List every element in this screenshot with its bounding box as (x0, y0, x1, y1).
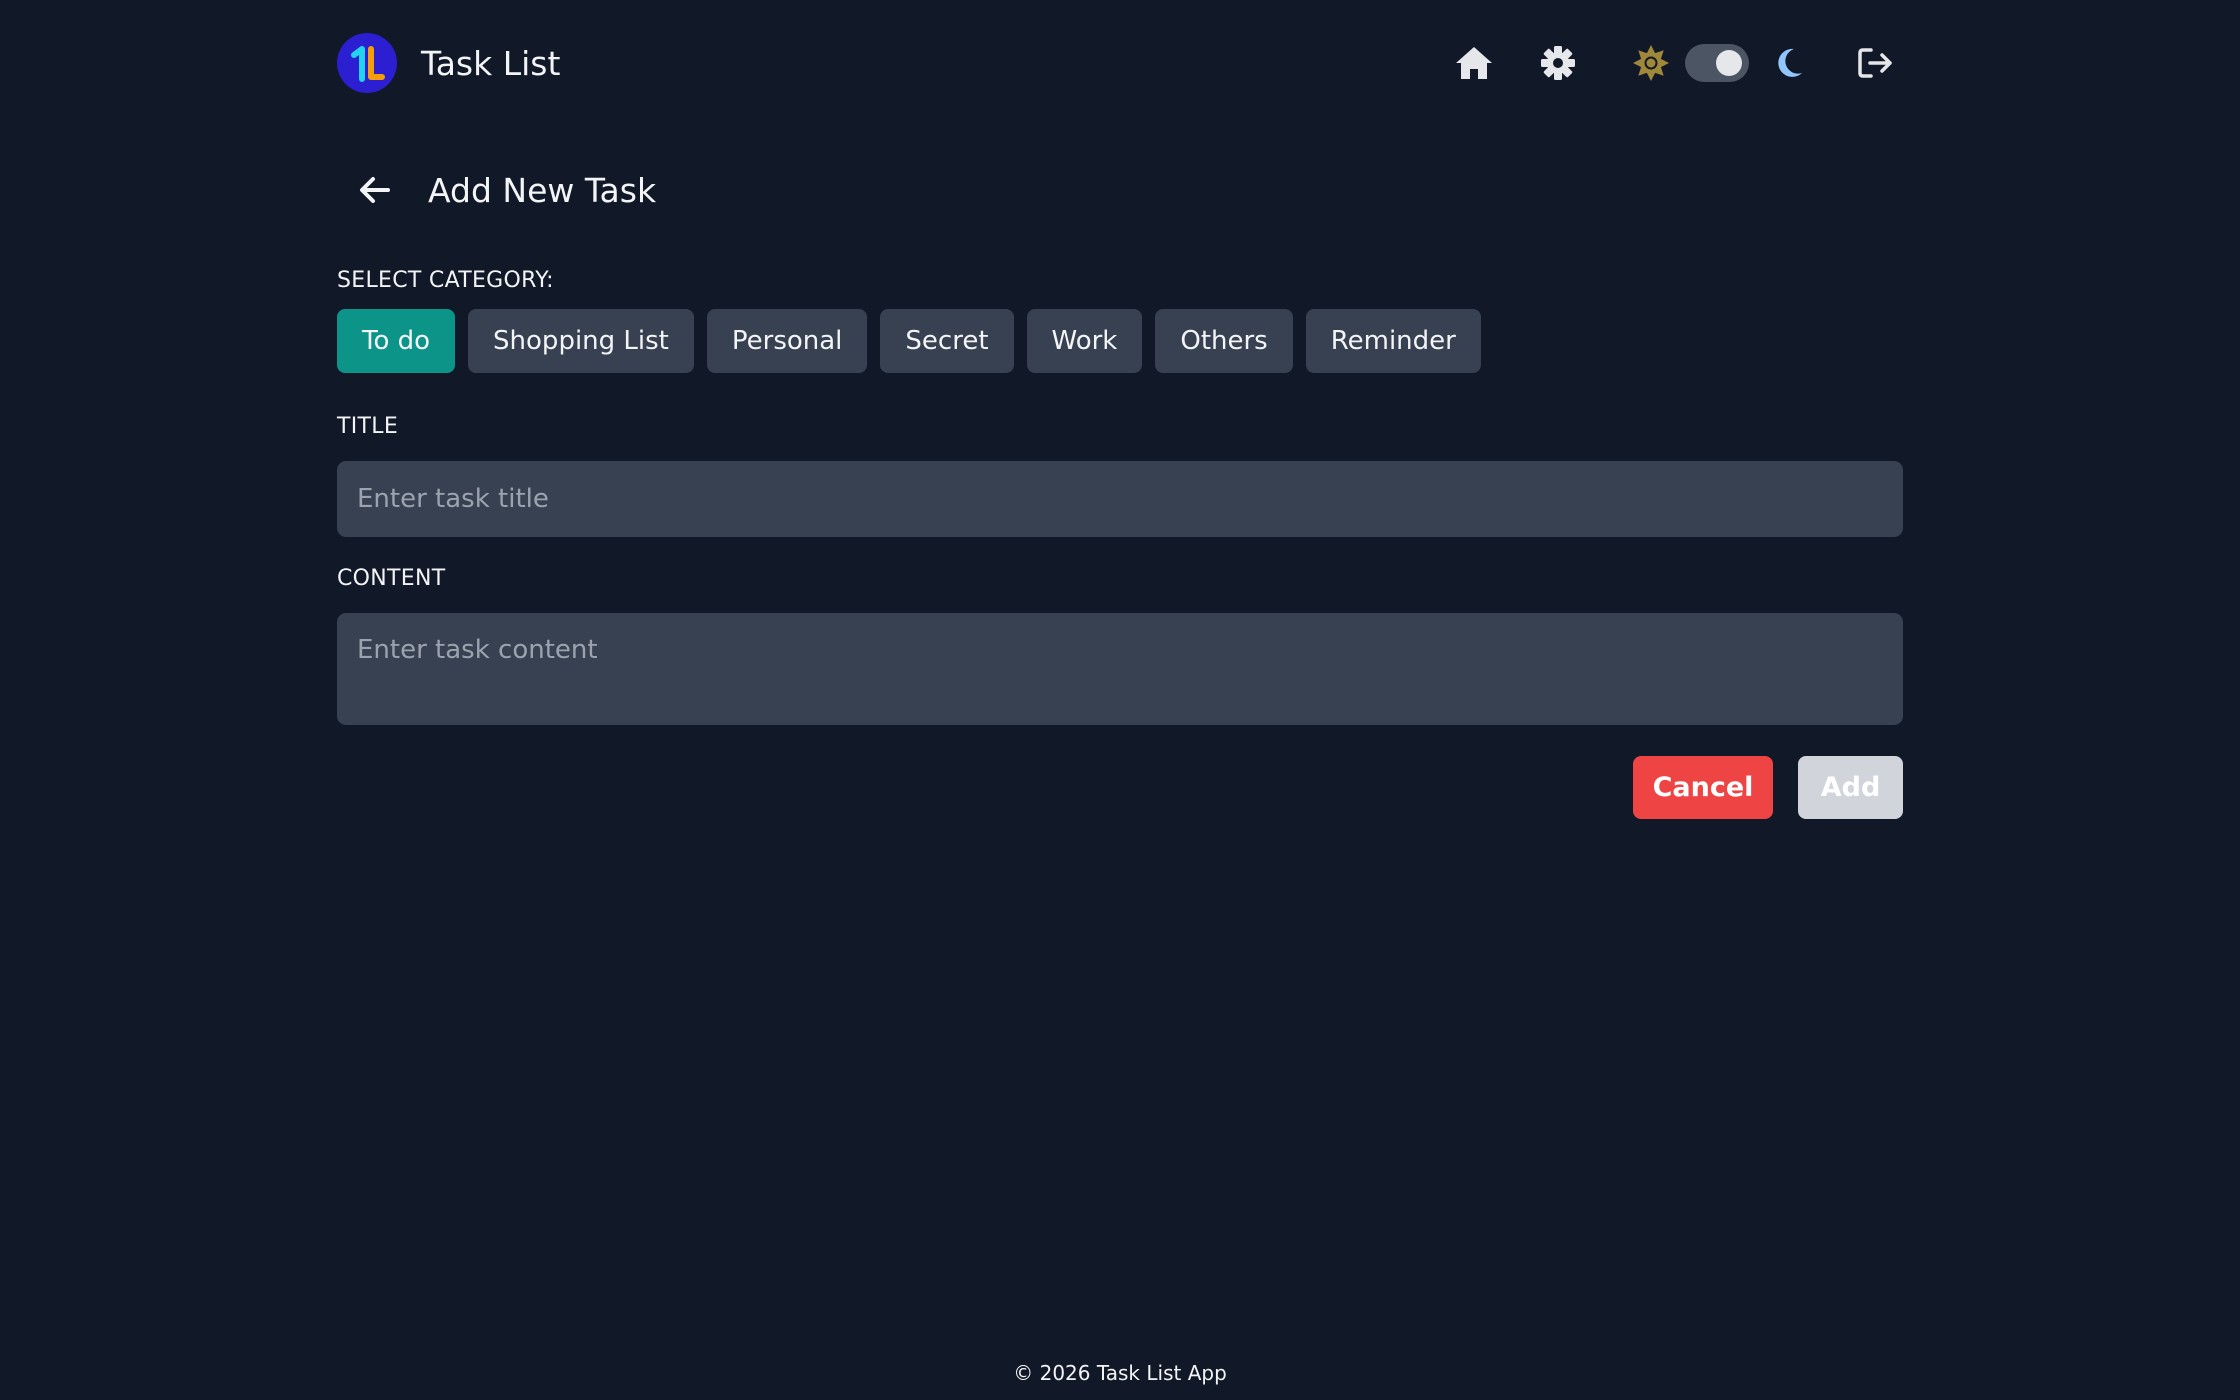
footer-copyright: © 2026 Task List App (1013, 1361, 1227, 1385)
logout-icon (1858, 48, 1892, 78)
back-button[interactable] (337, 160, 413, 220)
logout-button[interactable] (1849, 36, 1903, 90)
category-chip-todo[interactable]: To do (337, 309, 456, 373)
category-chip-shopping-list[interactable]: Shopping List (468, 309, 694, 373)
top-nav: Task List (337, 30, 1903, 96)
category-label: SELECT CATEGORY: (337, 268, 554, 293)
settings-button[interactable] (1531, 36, 1585, 90)
category-chip-secret[interactable]: Secret (880, 309, 1014, 373)
home-button[interactable] (1447, 36, 1501, 90)
page-title: Add New Task (428, 170, 657, 210)
category-chips: To do Shopping List Personal Secret Work… (337, 309, 1481, 373)
title-input[interactable] (337, 461, 1903, 537)
task-list-logo[interactable] (337, 33, 397, 93)
content-label: CONTENT (337, 566, 446, 591)
add-button[interactable]: Add (1798, 756, 1903, 819)
content-input[interactable] (337, 613, 1903, 725)
toggle-knob (1716, 50, 1742, 76)
category-chip-others[interactable]: Others (1155, 309, 1293, 373)
page-header: Add New Task (337, 160, 656, 220)
arrow-left-icon (360, 177, 390, 203)
add-task-page: Task List Add New Task SELECT CATEGORY: … (0, 0, 2240, 1400)
sun-icon[interactable] (1629, 41, 1673, 85)
title-label: TITLE (337, 414, 399, 439)
moon-icon[interactable] (1769, 41, 1809, 85)
category-chip-work[interactable]: Work (1026, 309, 1143, 373)
cancel-button[interactable]: Cancel (1633, 756, 1773, 819)
theme-toggle[interactable] (1685, 44, 1749, 82)
app-title: Task List (421, 43, 561, 83)
category-chip-personal[interactable]: Personal (706, 309, 868, 373)
category-chip-reminder[interactable]: Reminder (1305, 309, 1481, 373)
header-actions (1447, 30, 1903, 96)
home-icon (1456, 47, 1492, 79)
gear-icon (1541, 46, 1575, 80)
logo-icon (351, 46, 385, 82)
